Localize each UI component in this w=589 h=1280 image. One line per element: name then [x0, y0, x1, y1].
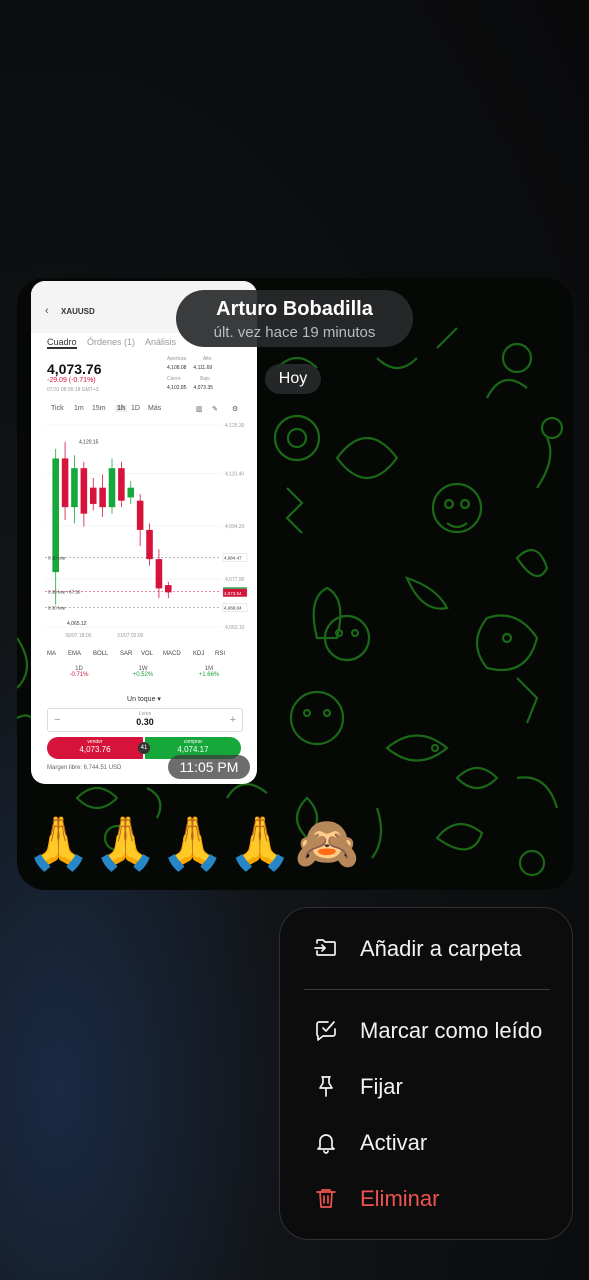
tab-analysis: Análisis [145, 337, 177, 347]
price-change: -29.09 (-0.71%) [47, 377, 96, 384]
price-datetime: 07/31 08:05:18 GMT+3 [47, 387, 99, 393]
chart-high-label: 4,120.15 [79, 440, 99, 446]
ohlc-stats: Apertura Alto 4,108.08 4,111.69 Cierre B… [167, 356, 213, 391]
back-arrow-icon: ‹ [45, 305, 49, 317]
indicator-ma: MA [47, 651, 56, 657]
draw-tool-icon: ✎ [212, 406, 218, 413]
menu-item-unmute[interactable]: Activar [280, 1118, 572, 1166]
indicator-vol: VOL [141, 651, 154, 657]
chat-header[interactable]: Arturo Bobadilla últ. vez hace 19 minuto… [176, 290, 413, 347]
chart-candles [52, 441, 172, 605]
y-tick-label: 4,094.20 [225, 524, 245, 530]
timeframe-1m: 1m [74, 405, 84, 412]
settings-gear-icon: ⚙ [232, 406, 239, 413]
candle-body [89, 487, 97, 504]
candle-body [165, 585, 172, 593]
menu-item-label: Eliminar [360, 1186, 440, 1211]
timeframe-15m: 15m [92, 405, 106, 412]
folded-hands-emoji: 🙏 [26, 815, 91, 873]
candle-body [71, 468, 78, 508]
timeframe-1h: 1h [115, 405, 128, 412]
date-chip: Hoy [265, 364, 321, 394]
menu-item-delete[interactable]: Eliminar [280, 1174, 572, 1222]
candle-body [146, 529, 153, 560]
indicator-macd: MACD [163, 651, 181, 657]
menu-divider [304, 989, 550, 990]
last-seen-status: últ. vez hace 19 minutos [213, 324, 376, 341]
context-menu: Añadir a carpeta Marcar como leído Fijar… [279, 907, 573, 1240]
timeframe-more: Más [148, 405, 162, 412]
free-margin: Margen libre: 6,744.51 USD [47, 765, 122, 771]
current-price: 4,073.76 [47, 361, 102, 377]
menu-item-mark-as-read[interactable]: Marcar como leído [280, 1006, 572, 1054]
contact-name: Arturo Bobadilla [216, 298, 373, 320]
y-tick-label: 4,063.10 [225, 625, 245, 631]
candle-body [127, 487, 135, 498]
folded-hands-emoji: 🙏 [93, 815, 158, 873]
timeframe-1d: 1D [131, 405, 140, 412]
x-tick-label: 30/07 18:00 [65, 633, 92, 639]
menu-item-label: Fijar [360, 1074, 403, 1099]
indicator-boll: BOLL [93, 651, 109, 657]
perf-1d: 1D -0.71% [69, 666, 89, 678]
price-tag-label: 4,069.04 [224, 606, 242, 611]
x-tick-label: 31/07 02:00 [117, 633, 144, 639]
menu-item-add-to-folder[interactable]: Añadir a carpeta [280, 924, 572, 972]
indicator-sar: SAR [120, 651, 133, 657]
chart-grid [45, 424, 221, 628]
chat-preview[interactable]: ‹ XAUUSD Cuadro Órdenes (1) Análisis 4,0… [17, 278, 573, 890]
message-time: 11:05 PM [168, 755, 250, 779]
price-tag-label: 4,084.47 [224, 556, 242, 561]
timeframe-tick: Tick [51, 405, 64, 412]
order-label: 0.30 lote [48, 556, 66, 561]
menu-item-pin[interactable]: Fijar [280, 1062, 572, 1110]
indicator-rsi: RSI [215, 651, 226, 657]
candle-body [136, 500, 144, 530]
y-tick-label: 4,110.40 [225, 471, 244, 477]
candle-body [99, 487, 106, 508]
candle-body [118, 468, 125, 501]
menu-item-label: Marcar como leído [360, 1018, 543, 1043]
mark-read-icon [316, 1021, 336, 1041]
symbol-label: XAUUSD [61, 307, 95, 316]
order-label: 0.30 lote [48, 606, 66, 611]
candle-body [108, 468, 116, 508]
lots-value: 0.30 [136, 717, 154, 727]
order-label: 0.30 lote +67.50 [48, 589, 81, 594]
tab-chart: Cuadro [47, 337, 77, 349]
candlestick-chart: 4,125.30 4,110.40 4,094.20 4,077.90 4,063.10… [45, 423, 248, 639]
see-no-evil-monkey-emoji: 🙈 [294, 815, 360, 873]
price-tag-label: 4,073.64 [224, 591, 242, 596]
indicator-ema: EMA [68, 651, 82, 657]
trash-icon [316, 1189, 336, 1208]
folded-hands-emoji: 🙏 [227, 815, 293, 873]
candle-body [80, 468, 88, 514]
chart-type-icon: ▥ [196, 406, 203, 413]
menu-item-label: Añadir a carpeta [360, 936, 522, 961]
candle-body [155, 559, 163, 589]
chart-low-label: 4,065.12 [67, 621, 87, 627]
lots-stepper: − Lotes 0.30 + [47, 708, 243, 732]
pin-icon [319, 1076, 333, 1097]
trading-app-screenshot-image[interactable]: ‹ XAUUSD Cuadro Órdenes (1) Análisis 4,0… [31, 281, 257, 784]
bell-icon [317, 1134, 335, 1154]
tab-orders: Órdenes (1) [87, 337, 136, 347]
perf-1w: 1W +0.52% [132, 666, 154, 678]
plus-icon: + [229, 714, 236, 726]
y-tick-label: 4,077.90 [225, 577, 245, 583]
sell-button: vender 4,073.76 [47, 737, 143, 759]
candle-body [61, 458, 69, 508]
folded-hands-emoji: 🙏 [160, 815, 225, 873]
indicator-kdj: KDJ [193, 651, 205, 657]
emoji-reply-message[interactable]: 🙏 🙏 🙏 🙏 🙈 [26, 812, 360, 876]
perf-1m: 1M +1.66% [198, 666, 220, 678]
y-tick-label: 4,125.30 [225, 423, 245, 429]
minus-icon: − [54, 714, 61, 726]
menu-item-label: Activar [360, 1130, 428, 1155]
folder-add-icon [314, 939, 336, 956]
spread-badge: 41 [138, 742, 150, 754]
order-mode: Un toque ▾ [127, 696, 161, 703]
